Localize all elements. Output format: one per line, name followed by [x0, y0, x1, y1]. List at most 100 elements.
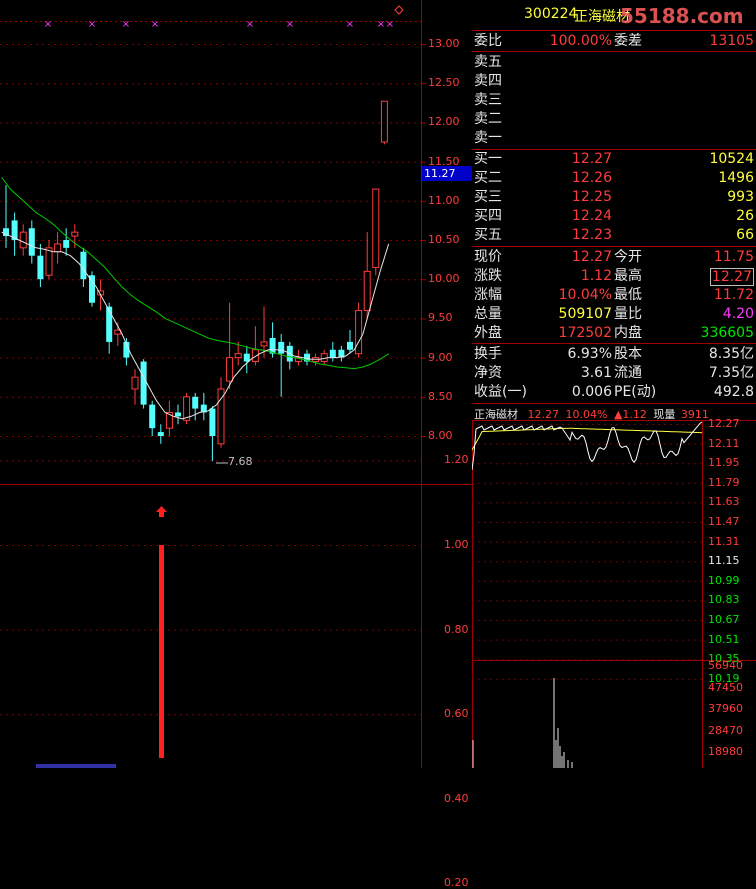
sell-row: 卖三 — [474, 92, 502, 108]
candle-body — [71, 231, 79, 237]
ma-slow-line — [1, 177, 389, 370]
candle-body — [329, 349, 336, 358]
candle-body — [355, 310, 363, 355]
mini-price-tick: 11.47 — [708, 515, 740, 528]
stat-row: 现价 12.27 今开 11.75 — [474, 249, 754, 265]
mini-price-tick: 11.79 — [708, 475, 740, 489]
stat-row: 涨跌 1.12 最高 12.27 — [474, 268, 754, 286]
candle-body — [347, 341, 353, 350]
candle-body — [157, 432, 164, 436]
indicator-tick: 0.20 — [444, 876, 469, 889]
fin-row: 收益(一) 0.006 PE(动) 492.8 — [474, 384, 754, 400]
candle-body — [192, 396, 199, 409]
mini-volume-tick: 37960 — [708, 702, 743, 715]
indicator-tick: 0.40 — [444, 791, 469, 805]
cross-marker: × — [88, 19, 96, 30]
indicator-tick: 0.60 — [444, 707, 469, 721]
buy-row: 买一 12.27 10524 — [474, 151, 754, 167]
buy-row: 买四 12.24 26 — [474, 208, 754, 224]
candle-body — [89, 275, 95, 303]
candle-body — [269, 338, 276, 354]
kline-panel[interactable]: × × × × × × × × × — [0, 0, 472, 768]
candle-body — [140, 361, 147, 405]
candle-body — [363, 270, 371, 312]
cross-marker: × — [377, 19, 385, 30]
mini-price-tick: 10.51 — [708, 632, 740, 646]
buy-row: 买二 12.26 1496 — [474, 170, 754, 186]
quote-panel: 300224 正海磁材 55188.com 委比 100.00% 委差 1310… — [472, 0, 756, 768]
candle-body — [19, 231, 27, 249]
price-tick: 12.00 — [428, 115, 460, 129]
indicator-tick: 1.00 — [444, 538, 469, 551]
indicator-gridlines — [0, 460, 421, 716]
current-price-tag: 11.27 — [422, 166, 472, 181]
cross-marker: × — [386, 19, 394, 30]
candle-body — [217, 388, 225, 445]
price-tick: 13.00 — [428, 37, 460, 50]
candlestick-series — [3, 100, 388, 462]
sell-row: 卖二 — [474, 111, 502, 127]
mini-price-tick: 12.27 — [708, 417, 740, 430]
candle-body — [226, 357, 234, 382]
cross-marker: × — [346, 19, 354, 30]
candle-body — [175, 412, 181, 417]
cross-marker: × — [44, 19, 52, 30]
price-tick: 8.50 — [428, 389, 453, 403]
low-annotation-label: 7.68 — [228, 455, 253, 468]
price-tick: 11.00 — [428, 193, 460, 207]
candle-body — [380, 100, 388, 143]
stat-row: 涨幅 10.04% 最低 11.72 — [474, 287, 754, 303]
stat-row: 总量 509107 量比 4.20 — [474, 306, 754, 322]
stock-code: 300224 — [524, 6, 578, 22]
high-price-box: 12.27 — [709, 268, 754, 286]
sell-row: 卖四 — [474, 73, 502, 89]
candle-body — [243, 353, 250, 362]
sell-row: 卖五 — [474, 54, 502, 70]
candle-body — [54, 243, 62, 253]
cross-marker: × — [246, 19, 254, 30]
price-tick: 8.00 — [428, 429, 453, 442]
indicator-bar — [159, 545, 164, 758]
mini-volume-tick: 56940 — [708, 659, 743, 672]
up-arrow-icon — [156, 506, 167, 517]
fin-row: 净资 3.61 流通 7.35亿 — [474, 365, 754, 381]
buy-row: 买五 12.23 66 — [474, 227, 754, 243]
cross-marker: × — [122, 19, 130, 30]
mini-price-tick: 12.11 — [708, 436, 740, 450]
mini-price-tick: 10.99 — [708, 573, 740, 587]
candle-body — [278, 341, 285, 354]
quote-header: 300224 正海磁材 55188.com — [472, 0, 756, 31]
sell-row: 卖一 — [474, 130, 502, 146]
mini-price-tick: 11.15 — [708, 554, 740, 568]
candle-body — [149, 404, 156, 429]
weibi-row: 委比 100.00% 委差 13105 — [474, 33, 754, 49]
mini-volume-tick: 47450 — [708, 680, 743, 694]
price-tick: 9.00 — [428, 350, 453, 364]
candle-body — [37, 255, 44, 280]
mini-price-tick: 10.83 — [708, 593, 740, 607]
price-tick: 9.50 — [428, 311, 453, 325]
candle-body — [209, 408, 216, 436]
diamond-icon[interactable] — [394, 5, 404, 15]
price-tick: 10.50 — [428, 233, 460, 246]
candle-body — [131, 376, 139, 390]
price-tick: 10.00 — [428, 272, 460, 286]
candle-body — [260, 341, 268, 347]
buy-row: 买三 12.25 993 — [474, 189, 754, 205]
cross-marker: × — [286, 19, 294, 30]
top-cross-markers: × × × × × × × × × — [44, 19, 394, 30]
candle-body — [63, 240, 70, 248]
mini-volume-bars — [472, 678, 573, 768]
indicator-tick: 1.20 — [444, 453, 469, 467]
indicator-tick: 0.80 — [444, 622, 469, 636]
mini-volume-tick: 18980 — [708, 745, 743, 758]
candle-body — [106, 306, 113, 342]
mini-price-tick: 11.95 — [708, 456, 740, 470]
cross-marker: × — [151, 19, 159, 30]
candle-body — [80, 251, 87, 280]
price-tick: 12.50 — [428, 76, 460, 90]
fin-row: 换手 6.93% 股本 8.35亿 — [474, 346, 754, 362]
mini-price-tick: 10.67 — [708, 613, 740, 626]
stat-row: 外盘 172502 内盘 336605 — [474, 325, 754, 341]
candle-body — [234, 353, 242, 359]
